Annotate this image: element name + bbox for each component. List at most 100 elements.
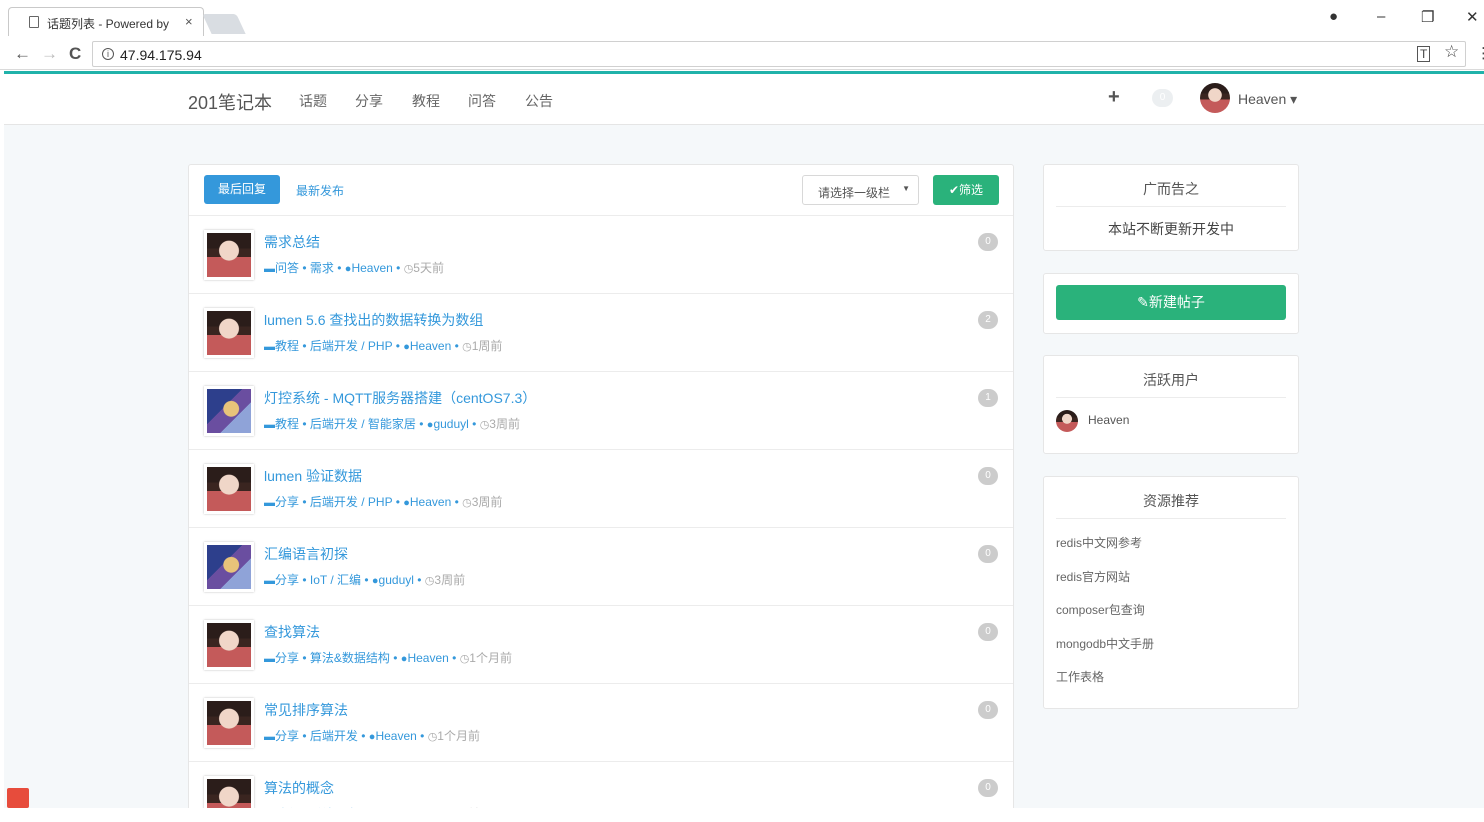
topic-meta: ▬教程 • 后端开发 / 智能家居 • ●guduyl • ◷3周前 — [264, 415, 520, 432]
site-page: 201笔记本 话题 分享 教程 问答 公告 + 0 Heaven ▾ 最后回复 … — [4, 74, 1484, 808]
resource-link[interactable]: redis官方网站 — [1056, 568, 1130, 585]
topic-category[interactable]: 分享 — [275, 729, 299, 743]
resource-link[interactable]: mongodb中文手册 — [1056, 635, 1154, 652]
meta-separator: • — [299, 729, 310, 743]
topic-author-avatar[interactable] — [204, 698, 254, 748]
meta-separator: • — [448, 651, 460, 665]
meta-separator: • — [451, 495, 463, 509]
nav-link-tutorial[interactable]: 教程 — [412, 91, 440, 111]
topic-title[interactable]: 需求总结 — [264, 232, 320, 252]
topic-subcategory[interactable]: 算法&数据结构 — [310, 651, 390, 665]
browser-tab[interactable]: 话题列表 - Powered by × — [8, 7, 204, 36]
topic-title[interactable]: 汇编语言初探 — [264, 544, 348, 564]
new-tab-button[interactable] — [202, 14, 246, 34]
filter-button[interactable]: ✔筛选 — [933, 175, 999, 205]
user-icon: ● — [403, 341, 410, 353]
site-info-icon[interactable]: i — [102, 48, 114, 60]
topic-title[interactable]: 查找算法 — [264, 622, 320, 642]
create-plus-icon[interactable]: + — [1108, 86, 1120, 109]
clock-icon: ◷ — [459, 653, 470, 665]
topic-title[interactable]: 算法的概念 — [264, 778, 334, 798]
nav-link-notice[interactable]: 公告 — [525, 91, 553, 111]
topic-row[interactable]: 汇编语言初探 ▬分享 • IoT / 汇编 • ●guduyl • ◷3周前 0 — [189, 528, 1013, 606]
topic-subcategory[interactable]: 后端开发 — [310, 729, 358, 743]
topic-subcategory[interactable]: IoT / 汇编 — [310, 573, 361, 587]
active-user-name[interactable]: Heaven — [1088, 413, 1129, 427]
site-brand[interactable]: 201笔记本 — [188, 89, 272, 115]
topic-author-avatar[interactable] — [204, 386, 254, 436]
meta-separator: • — [415, 417, 427, 431]
topic-author[interactable]: Heaven — [410, 339, 451, 353]
bookmark-star-icon[interactable]: ☆ — [1444, 42, 1459, 62]
topic-row[interactable]: lumen 验证数据 ▬分享 • 后端开发 / PHP • ●Heaven • ◷… — [189, 450, 1013, 528]
topic-author[interactable]: Heaven — [410, 495, 451, 509]
extension-icon[interactable] — [7, 788, 29, 808]
topic-category[interactable]: 分享 — [275, 495, 299, 509]
topic-row[interactable]: 灯控系统 - MQTT服务器搭建（centOS7.3） ▬教程 • 后端开发 / … — [189, 372, 1013, 450]
reply-count-badge: 0 — [978, 779, 998, 797]
topic-category[interactable]: 教程 — [275, 339, 299, 353]
topic-author-avatar[interactable] — [204, 308, 254, 358]
topic-time: 5天前 — [413, 261, 444, 275]
topic-subcategory[interactable]: 需求 — [310, 261, 334, 275]
url-input[interactable]: i 47.94.175.94 — [92, 41, 1466, 67]
topic-author[interactable]: Heaven — [351, 261, 392, 275]
topic-row[interactable]: 常见排序算法 ▬分享 • 后端开发 • ●Heaven • ◷1个月前 0 — [189, 684, 1013, 762]
topic-row[interactable]: 算法的概念▬教程 • 后端开发 • ●Heaven • ◷1个月前0 — [189, 762, 1013, 808]
account-icon[interactable]: ● — [1329, 8, 1338, 25]
forward-button[interactable]: → — [41, 44, 58, 64]
topic-title[interactable]: 灯控系统 - MQTT服务器搭建（centOS7.3） — [264, 388, 536, 408]
topic-category[interactable]: 分享 — [275, 573, 299, 587]
topic-title[interactable]: lumen 验证数据 — [264, 466, 362, 486]
resource-link[interactable]: 工作表格 — [1056, 668, 1104, 685]
topic-author[interactable]: guduyl — [433, 417, 468, 431]
new-post-button[interactable]: ✎新建帖子 — [1056, 285, 1286, 320]
sort-latest-link[interactable]: 最新发布 — [296, 182, 344, 199]
topic-meta: ▬分享 • 后端开发 / PHP • ●Heaven • ◷3周前 — [264, 493, 502, 510]
topic-subcategory[interactable]: 后端开发 / PHP — [310, 495, 392, 509]
tab-close-icon[interactable]: × — [185, 14, 193, 29]
topic-row[interactable]: lumen 5.6 查找出的数据转换为数组 ▬教程 • 后端开发 / PHP • … — [189, 294, 1013, 372]
meta-separator: • — [392, 261, 404, 275]
topic-subcategory[interactable]: 后端开发 / PHP — [310, 339, 392, 353]
active-user-avatar[interactable] — [1056, 410, 1078, 432]
topic-meta: ▬教程 • 后端开发 / PHP • ●Heaven • ◷1周前 — [264, 337, 502, 354]
topic-author-avatar[interactable] — [204, 776, 254, 808]
topic-author[interactable]: Heaven — [407, 651, 448, 665]
browser-menu-icon[interactable]: ⋮ — [1476, 44, 1484, 62]
topic-title[interactable]: lumen 5.6 查找出的数据转换为数组 — [264, 310, 483, 330]
user-menu[interactable]: Heaven ▾ — [1238, 91, 1297, 108]
topic-category[interactable]: 分享 — [275, 651, 299, 665]
nav-link-share[interactable]: 分享 — [355, 91, 383, 111]
topic-author-avatar[interactable] — [204, 230, 254, 280]
resource-link[interactable]: redis中文网参考 — [1056, 534, 1142, 551]
ad-text: 本站不断更新开发中 — [1108, 221, 1234, 237]
topic-author[interactable]: Heaven — [375, 729, 416, 743]
topic-row[interactable]: 查找算法 ▬分享 • 算法&数据结构 • ●Heaven • ◷1个月前 0 — [189, 606, 1013, 684]
topic-time: 3周前 — [434, 573, 466, 587]
topic-list-header: 最后回复 最新发布 请选择一级栏 ▼ ✔筛选 — [189, 165, 1013, 216]
resource-link[interactable]: composer包查询 — [1056, 601, 1145, 618]
category-select[interactable]: 请选择一级栏 ▼ — [802, 175, 919, 205]
meta-separator: • — [299, 339, 310, 353]
topic-title[interactable]: 常见排序算法 — [264, 700, 348, 720]
close-window-button[interactable]: ✕ — [1466, 8, 1479, 26]
topic-author-avatar[interactable] — [204, 464, 254, 514]
topic-author[interactable]: guduyl — [379, 573, 414, 587]
topic-category[interactable]: 问答 — [275, 261, 299, 275]
restore-button[interactable]: ❐ — [1421, 8, 1434, 26]
user-avatar[interactable] — [1200, 83, 1230, 113]
topic-author-avatar[interactable] — [204, 620, 254, 670]
back-button[interactable]: ← — [14, 44, 31, 64]
topic-subcategory[interactable]: 后端开发 / 智能家居 — [310, 417, 416, 431]
nav-link-qa[interactable]: 问答 — [468, 91, 496, 111]
translate-icon[interactable]: T — [1417, 46, 1431, 62]
topic-category[interactable]: 教程 — [275, 417, 299, 431]
sort-last-reply-button[interactable]: 最后回复 — [204, 175, 280, 204]
notification-badge[interactable]: 0 — [1152, 89, 1173, 107]
minimize-button[interactable]: – — [1377, 8, 1385, 25]
nav-link-topics[interactable]: 话题 — [299, 91, 327, 111]
topic-author-avatar[interactable] — [204, 542, 254, 592]
reload-button[interactable]: C — [69, 44, 81, 64]
topic-row[interactable]: 需求总结 ▬问答 • 需求 • ●Heaven • ◷5天前 0 — [189, 216, 1013, 294]
